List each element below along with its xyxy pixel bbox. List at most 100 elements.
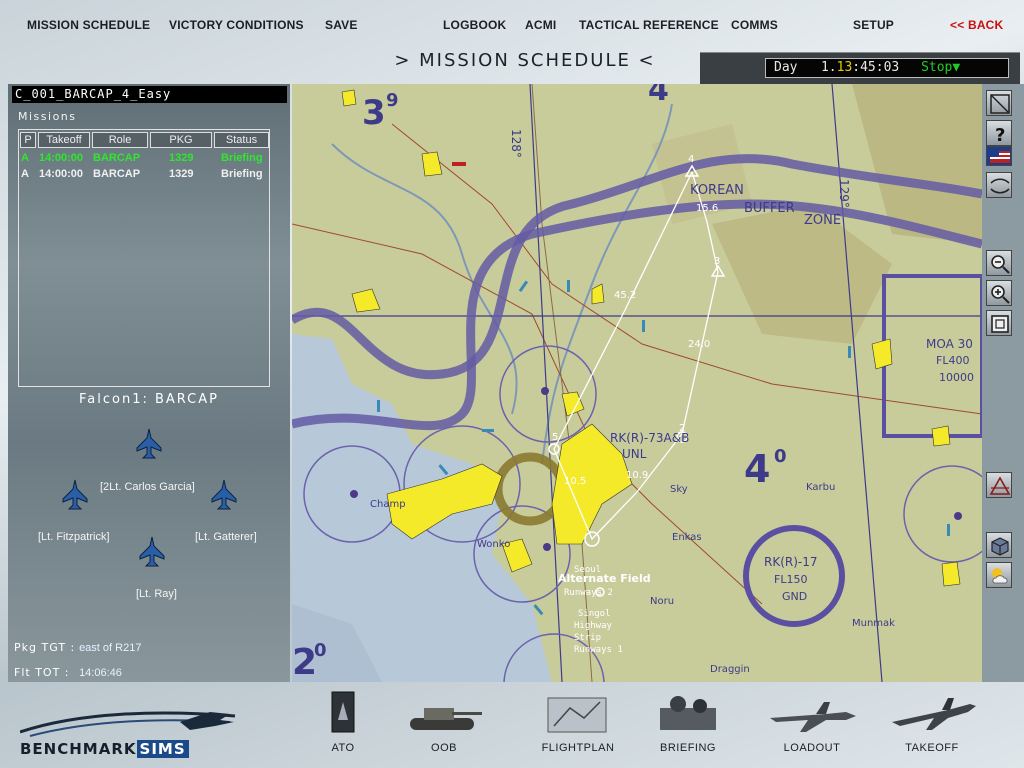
clock-day-label: Day — [774, 60, 798, 75]
map-canvas[interactable]: 3 9 4 4 0 2 0 128° 129° KOREAN BUFFER ZO… — [292, 84, 982, 682]
top-menu-bar: MISSION SCHEDULE VICTORY CONDITIONS SAVE… — [0, 0, 1024, 50]
airbase-icon — [350, 490, 358, 498]
highland-area — [712, 204, 892, 344]
grid-label: 9 — [386, 90, 399, 111]
waypoint-number: 4 — [688, 154, 694, 165]
zoom-in-icon[interactable] — [986, 280, 1012, 306]
menu-mission-schedule[interactable]: MISSION SCHEDULE — [27, 18, 150, 32]
friendly-aircraft-icon — [482, 429, 494, 432]
city-area — [931, 425, 951, 447]
flag-icon[interactable] — [986, 146, 1012, 166]
nav-takeoff-button[interactable]: TAKEOFF — [882, 686, 982, 766]
flightplan-map-icon — [547, 697, 607, 733]
tactical-map[interactable]: 3 9 4 4 0 2 0 128° 129° KOREAN BUFFER ZO… — [292, 84, 982, 682]
waypoint-number: 5 — [552, 432, 558, 443]
friendly-aircraft-icon — [642, 320, 645, 332]
nav-label: BRIEFING — [660, 742, 716, 754]
cell-p: A — [21, 152, 29, 164]
leg-distance-label: 24.0 — [688, 339, 710, 350]
airspace-label: RK(R)-17 — [764, 555, 818, 569]
airspace-label: FL150 — [774, 573, 807, 586]
table-row[interactable]: A 14:00:00 BARCAP 1329 Briefing — [19, 166, 269, 182]
toggle-icon[interactable] — [986, 172, 1012, 198]
meridian-label: 129° — [837, 179, 851, 208]
grid-label: 3 — [362, 93, 386, 133]
grid-label: 4 — [744, 447, 770, 491]
city-area — [591, 283, 605, 305]
logo-text: BENCHMARK — [20, 740, 137, 758]
town-label: Wonko — [477, 539, 510, 550]
nav-label: FLIGHTPLAN — [541, 742, 615, 754]
nav-ato-button[interactable]: ATO — [318, 686, 368, 766]
friendly-aircraft-icon — [947, 524, 950, 536]
col-header-status[interactable]: Status — [214, 132, 269, 148]
menu-save[interactable]: SAVE — [325, 18, 358, 32]
col-header-takeoff[interactable]: Takeoff — [38, 132, 90, 148]
town-label: Champ — [370, 499, 406, 510]
pkg-target-label: Pkg TGT : — [14, 641, 76, 654]
waypoint-number: 3 — [714, 256, 720, 267]
menu-setup[interactable]: SETUP — [853, 18, 894, 32]
airspace-label: GND — [782, 590, 807, 603]
nav-loadout-button[interactable]: LOADOUT — [762, 686, 862, 766]
nav-flightplan-button[interactable]: FLIGHTPLAN — [536, 686, 620, 766]
menu-comms[interactable]: COMMS — [731, 18, 778, 32]
nav-oob-button[interactable]: OOB — [400, 686, 488, 766]
city-area — [421, 151, 443, 177]
threat-icon[interactable] — [986, 472, 1012, 498]
jet-wing4-icon[interactable] — [139, 536, 165, 568]
airspace-label: RK(R)-73A&B — [610, 431, 689, 445]
field-label: Alternate Field — [558, 572, 651, 585]
menu-victory-conditions[interactable]: VICTORY CONDITIONS — [169, 18, 304, 32]
mission-table: P Takeoff Role PKG Status A 14:00:00 BAR… — [18, 129, 270, 387]
jet-wing3-icon[interactable] — [211, 479, 237, 511]
map-select-icon[interactable] — [986, 90, 1012, 116]
cell-role: BARCAP — [93, 152, 141, 164]
friendly-aircraft-icon — [533, 604, 544, 616]
friendly-aircraft-icon — [518, 280, 529, 293]
pilot-label: [Lt. Fitzpatrick] — [38, 531, 110, 543]
cell-takeoff: 14:00:00 — [39, 152, 84, 164]
cell-status: Briefing — [221, 152, 263, 164]
fit-icon[interactable] — [986, 310, 1012, 336]
seoul-restricted-ring — [493, 452, 567, 526]
time-compression-button[interactable]: Stop▼ — [921, 60, 960, 75]
nav-label: TAKEOFF — [905, 742, 959, 754]
back-button[interactable]: << BACK — [950, 18, 1003, 32]
buffer-zone-south-line — [292, 199, 982, 431]
field-label: Singol — [578, 609, 611, 619]
cell-p: A — [21, 168, 29, 180]
zoom-out-icon[interactable] — [986, 250, 1012, 276]
menu-acmi[interactable]: ACMI — [525, 18, 556, 32]
flight-tot-line: Flt TOT : 14:06:46 — [14, 666, 122, 679]
pilot-label: [Lt. Ray] — [136, 588, 177, 600]
jet-wing2-icon[interactable] — [62, 479, 88, 511]
menu-logbook[interactable]: LOGBOOK — [443, 18, 506, 32]
enemy-aircraft-icon — [452, 162, 466, 166]
cell-pkg: 1329 — [169, 152, 194, 164]
cube-icon[interactable] — [986, 532, 1012, 558]
col-header-p[interactable]: P — [20, 132, 36, 148]
jet-lead-icon[interactable] — [136, 428, 162, 460]
col-header-pkg[interactable]: PKG — [150, 132, 212, 148]
leg-distance-label: 10.5 — [564, 476, 586, 487]
zone-label: BUFFER — [744, 201, 795, 216]
menu-tactical-reference[interactable]: TACTICAL REFERENCE — [579, 18, 719, 32]
missions-label: Missions — [18, 110, 77, 123]
briefing-icon — [660, 696, 716, 730]
help-icon[interactable]: ? — [986, 120, 1012, 146]
table-row[interactable]: A 14:00:00 BARCAP 1329 Briefing — [19, 150, 269, 166]
game-clock: Day 1.13:45:03 Stop▼ — [765, 58, 1009, 78]
leg-distance-label: 10.9 — [626, 470, 648, 481]
col-header-role[interactable]: Role — [92, 132, 148, 148]
moa-label: FL400 — [936, 354, 969, 367]
loadout-jet-icon — [770, 702, 856, 732]
nav-briefing-button[interactable]: BRIEFING — [648, 686, 728, 766]
airbase-icon — [954, 512, 962, 520]
pkg-target-line: Pkg TGT : east of R217 — [14, 641, 141, 654]
weather-icon[interactable] — [986, 562, 1012, 588]
field-label: Runways 1 — [574, 645, 623, 655]
town-label: Munmak — [852, 618, 895, 629]
cell-status: Briefing — [221, 168, 263, 180]
city-area — [351, 288, 381, 313]
